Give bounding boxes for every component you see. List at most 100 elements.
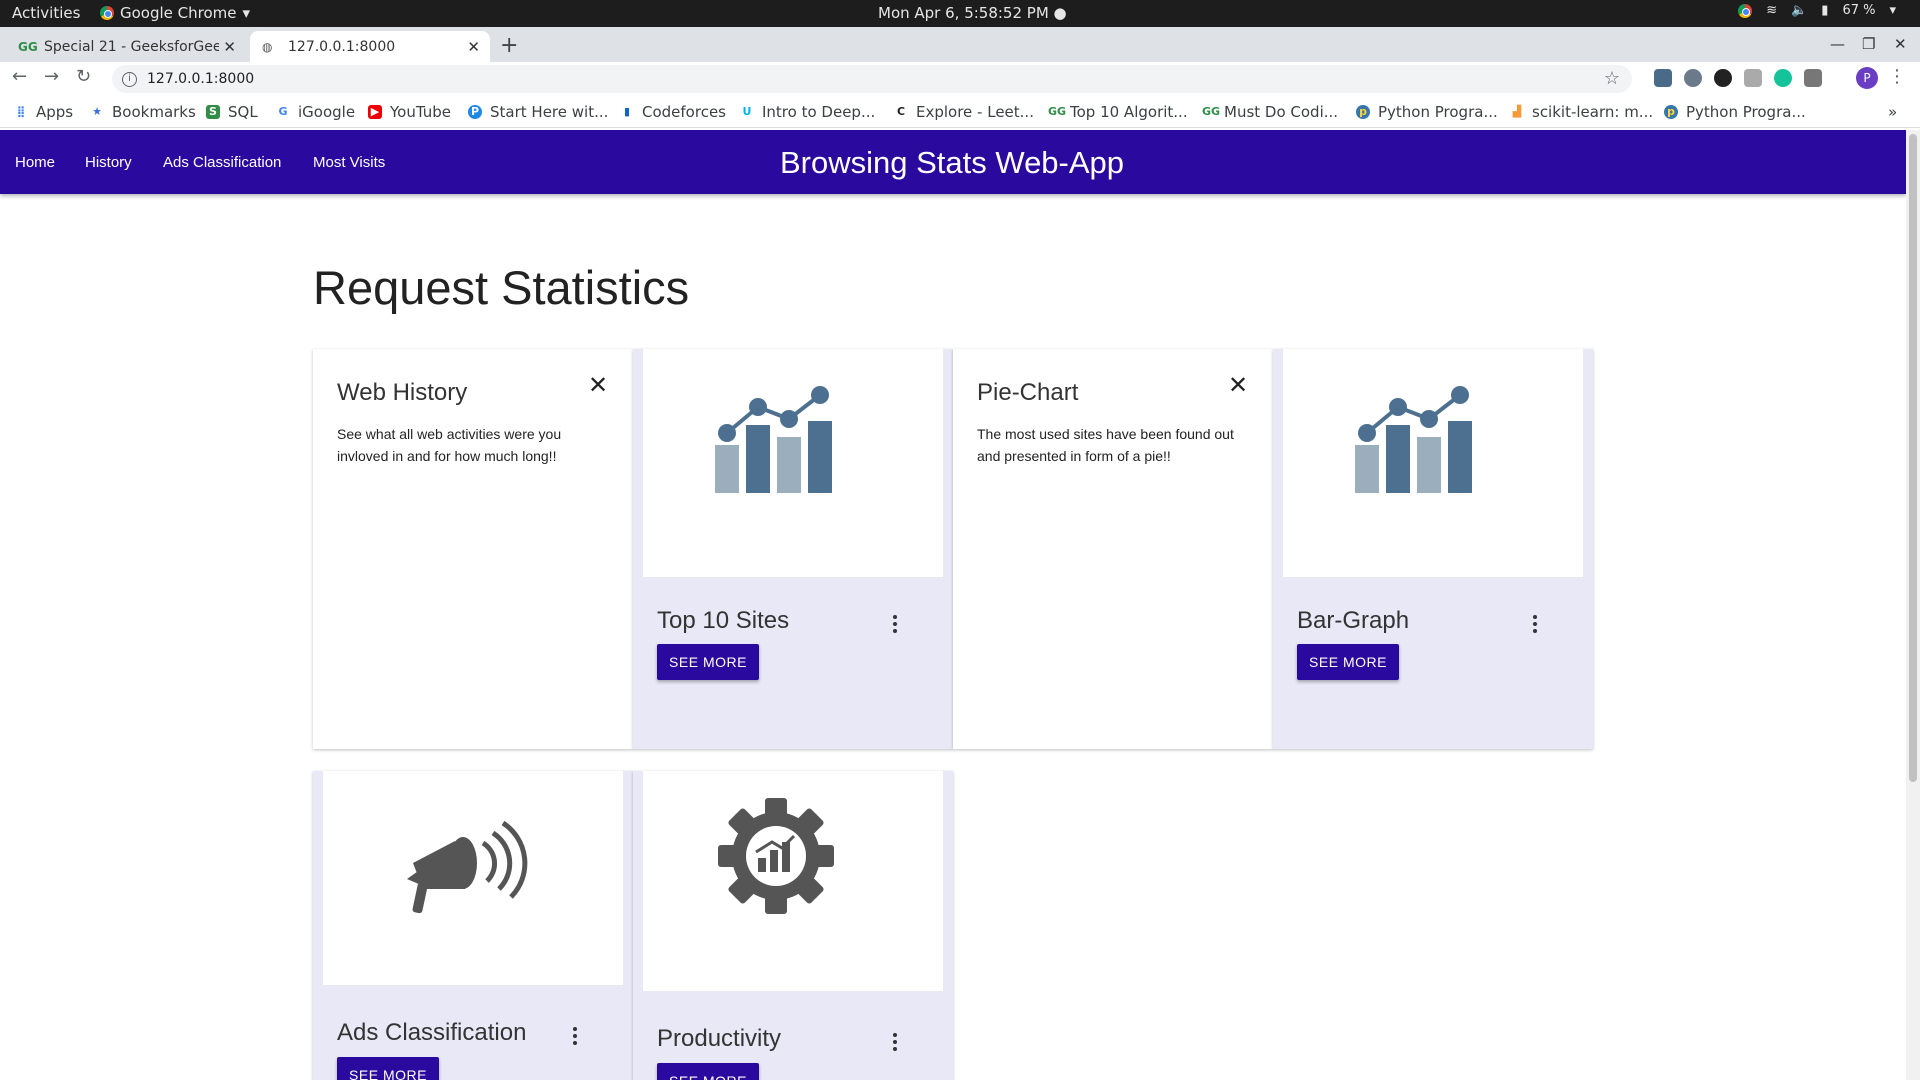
python-icon: p [1664,105,1678,119]
leetcode-icon: C [896,105,906,118]
close-tab-icon[interactable]: ✕ [223,38,236,56]
gfg-icon: GG [18,39,38,54]
chrome-tray-icon [1738,3,1753,18]
bar-chart-icon [715,386,832,493]
caret-down-icon: ▾ [1889,3,1896,18]
tab-localhost[interactable]: ◍ 127.0.0.1:8000 ✕ [250,31,490,62]
shield-icon[interactable] [1744,69,1762,87]
card-web-history: Web History ✕ See what all web activitie… [313,349,633,749]
close-tab-icon[interactable]: ✕ [467,38,480,56]
bar-chart-image [1283,349,1583,577]
nav-link-ads-classification[interactable]: Ads Classification [163,154,281,171]
close-icon[interactable]: ✕ [1228,373,1248,397]
extension-icon[interactable] [1684,69,1702,87]
python-icon: p [1356,105,1370,119]
see-more-button[interactable]: SEE MORE [337,1057,439,1080]
google-icon: G [278,105,288,118]
card-title: Web History [337,379,468,406]
bar-chart-image [643,349,943,577]
site-info-icon[interactable]: i [122,71,137,87]
bookmark-codeforces[interactable]: ▮ Codeforces [620,103,726,121]
more-vert-icon[interactable] [1532,615,1538,636]
bookmark-leetcode[interactable]: C Explore - Leet... [894,103,1034,121]
bookmark-python-programming-2[interactable]: p Python Progra... [1664,103,1806,121]
more-vert-icon[interactable] [892,615,898,636]
more-vert-icon[interactable] [572,1027,578,1048]
nav-link-most-visits[interactable]: Most Visits [313,154,385,171]
card-title: Bar-Graph [1297,607,1410,634]
menu-kebab-icon[interactable]: ⋮ [1888,66,1906,87]
bookmark-top10-algorithms[interactable]: GG Top 10 Algorit... [1048,103,1188,121]
star-icon: ★ [92,105,102,118]
battery-percent: 67 % [1842,3,1876,18]
back-icon[interactable]: ← [12,66,27,87]
bookmarks-bar: ⣿ Apps ★ Bookmarks S SQL GiGoogle ▶ YouTube … [0,96,1920,128]
bookmark-scikit-learn[interactable]: ▟ scikit-learn: m... [1510,103,1653,121]
tab-title: Special 21 - GeeksforGeek [44,38,219,55]
more-bookmarks-icon[interactable]: » [1888,103,1897,121]
card-ads-classification: Ads Classification SEE MORE [313,771,633,1080]
close-icon[interactable]: ✕ [588,373,608,397]
system-tray[interactable]: ≋ 🔈 ▮ 67 % ▾ [1738,3,1896,18]
bookmark-must-do-coding[interactable]: GG Must Do Codi... [1202,103,1338,121]
card-top-10-sites: Top 10 Sites SEE MORE [633,349,953,749]
youtube-icon: ▶ [368,105,382,119]
chrome-icon [100,6,114,20]
card-title: Productivity [657,1025,782,1052]
card-title: Pie-Chart [977,379,1079,406]
bookmark-intro-deep[interactable]: U Intro to Deep... [740,103,876,121]
extension-icon[interactable] [1804,69,1822,87]
see-more-button[interactable]: SEE MORE [1297,644,1399,680]
bookmark-igoogle[interactable]: GiGoogle [276,103,355,121]
more-vert-icon[interactable] [892,1033,898,1054]
chart-icon: ▟ [1512,105,1522,118]
nav-link-history[interactable]: History [85,154,132,171]
tab-strip: GG Special 21 - GeeksforGeek ✕ ◍ 127.0.0… [0,27,1920,62]
app-navbar: Home History Ads Classification Most Vis… [0,130,1906,194]
nav-link-home[interactable]: Home [15,154,55,171]
app-brand[interactable]: Browsing Stats Web-App [780,145,1124,181]
see-more-button[interactable]: SEE MORE [657,1063,759,1080]
minimize-icon[interactable]: — [1830,35,1845,53]
address-bar[interactable]: i 127.0.0.1:8000 ☆ [112,65,1632,93]
window-close-icon[interactable]: ✕ [1894,35,1907,53]
bookmark-start-here[interactable]: P Start Here wit... [468,103,608,121]
bookmark-bookmarks[interactable]: ★ Bookmarks [90,103,196,121]
card-title: Ads Classification [337,1019,527,1046]
bookmark-apps[interactable]: ⣿ Apps [14,103,73,121]
productivity-image [643,771,943,991]
app-name: Google Chrome [120,4,237,22]
app-menu[interactable]: Google Chrome ▾ [100,4,250,22]
scrollbar-thumb[interactable] [1909,134,1917,782]
globe-icon: ◍ [262,39,273,54]
bookmark-star-icon[interactable]: ☆ [1604,68,1620,89]
codeforces-icon: ▮ [623,105,631,118]
extension-icon[interactable] [1714,69,1732,87]
bookmark-youtube[interactable]: ▶ YouTube [368,103,451,121]
extension-icon[interactable] [1654,69,1672,87]
new-tab-button[interactable]: + [500,33,518,58]
see-more-button[interactable]: SEE MORE [657,644,759,680]
clock[interactable]: Mon Apr 6, 5:58:52 PM ● [878,4,1067,22]
battery-icon: ▮ [1821,3,1829,18]
os-top-bar: Activities Google Chrome ▾ Mon Apr 6, 5:… [0,0,1920,27]
bookmark-sql[interactable]: S SQL [206,103,258,121]
browser-toolbar: ← → ↻ i 127.0.0.1:8000 ☆ P ⋮ [0,62,1920,96]
activities-button[interactable]: Activities [12,4,80,22]
reload-icon[interactable]: ↻ [76,66,91,87]
ads-image [323,771,623,985]
gfg-icon: GG [1048,105,1067,118]
gear-chart-icon [718,798,834,914]
tab-geeksforgeeks[interactable]: GG Special 21 - GeeksforGeek ✕ [6,31,246,62]
url-text: 127.0.0.1:8000 [147,71,255,87]
page-viewport: Home History Ads Classification Most Vis… [0,130,1906,1080]
tab-title: 127.0.0.1:8000 [288,38,396,55]
bookmark-python-programming[interactable]: p Python Progra... [1356,103,1498,121]
restore-icon[interactable]: ❐ [1862,35,1875,53]
grammarly-icon[interactable] [1774,69,1792,87]
card-description: See what all web activities were you inv… [337,426,562,464]
forward-icon[interactable]: → [44,66,59,87]
profile-avatar[interactable]: P [1856,67,1878,89]
apps-grid-icon: ⣿ [16,105,26,118]
card-pie-chart: Pie-Chart ✕ The most used sites have bee… [953,349,1273,749]
